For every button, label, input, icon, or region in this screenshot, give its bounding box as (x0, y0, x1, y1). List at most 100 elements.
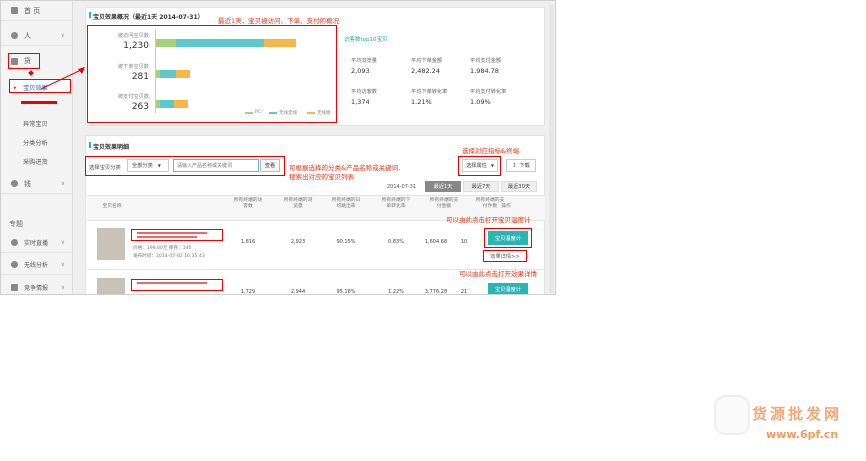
bar-wireless (176, 39, 264, 47)
column-header[interactable]: 所有终端的访客数 (233, 198, 263, 210)
cell: 2,923 (290, 239, 306, 245)
annotation-text: 搜索出对应的宝贝列表 (289, 173, 354, 181)
product-date: 发布时间：2014-07-02 16:35:43 (133, 254, 205, 259)
cell: 21 (460, 289, 468, 295)
watermark-logo (714, 395, 750, 435)
stat-label: 被支付宝贝数 (117, 94, 149, 100)
sidebar-item-mobile[interactable]: 无线分析 ∨ (1, 255, 73, 275)
search-button[interactable]: 查看 (260, 159, 280, 172)
sidebar-item-label: 竞争情报 (24, 284, 49, 292)
sidebar-sub-item[interactable]: 分类分析 (23, 138, 48, 147)
annotation-text: 最近1天，宝贝被访问、下单、支付的概况 (218, 17, 340, 25)
section-marker (89, 12, 91, 18)
cell: 0.83% (388, 239, 404, 245)
bar-wireless (160, 100, 174, 108)
legend-label: PC (255, 110, 261, 115)
overview-title: 宝贝效果概况（最近1天 2014-07-31） (93, 14, 204, 21)
download-button[interactable]: ↧ 下载 (506, 159, 536, 172)
clock-icon (11, 239, 18, 246)
bar-mobile (174, 100, 188, 108)
sidebar-item-label: 实时直播 (24, 240, 49, 247)
range-1d[interactable]: 最近1天 (425, 181, 461, 192)
cell: 1,816 (240, 239, 256, 245)
range-30d[interactable]: 最近30天 (501, 181, 537, 192)
redaction-bar (137, 232, 207, 234)
sidebar-item-label: 首 页 (24, 6, 41, 15)
metric-label: 平均下单转化率 (411, 89, 448, 95)
cell: 1,729 (240, 289, 256, 295)
column-header[interactable]: 所有终端的下单转化率 (381, 198, 411, 210)
annotation-text: 可以由此点击打开宝贝温度计 (446, 216, 531, 224)
metric-label: 平均下单金额 (411, 58, 443, 64)
bar-pc (156, 39, 176, 47)
caret-down-icon: ▼ (157, 163, 161, 168)
chevron-down-icon: ∨ (60, 261, 65, 268)
watermark-brand: 货源批发网 (752, 405, 843, 423)
column-header[interactable]: 所有终端的浏览量 (283, 198, 313, 210)
sidebar-item-label: 无线分析 (24, 262, 49, 269)
coin-icon (11, 180, 18, 187)
scrollbar[interactable] (549, 5, 554, 293)
download-icon: ↧ (512, 162, 517, 169)
metric-value: 1,984.78 (470, 67, 499, 75)
redacted-product-title[interactable] (131, 279, 223, 291)
category-select[interactable]: 全部分类 ▼ (127, 159, 169, 172)
top10-title: 访客数top10宝贝 (344, 37, 388, 43)
wireless-icon (11, 261, 18, 268)
stat-value: 263 (131, 102, 149, 112)
legend-swatch (245, 112, 253, 114)
annotation-arrow (40, 67, 85, 90)
annotation-text: 选择对应指标&终端 (462, 147, 520, 155)
product-thumbnail[interactable] (97, 228, 125, 260)
cell: 2,944 (290, 289, 306, 295)
thermometer-button[interactable]: 宝贝温度计 (488, 283, 528, 294)
range-7d[interactable]: 最近7天 (463, 181, 499, 192)
search-input[interactable] (173, 159, 259, 172)
stat-label: 被下单宝贝数 (117, 64, 149, 70)
redaction-bar (137, 282, 207, 284)
product-price: 价格：199.00元 库存：140 (133, 246, 192, 251)
column-header: 操作 (501, 204, 511, 209)
sidebar-item-competition[interactable]: 竞争情报 ∨ (1, 277, 73, 294)
effect-detail-link[interactable]: 效果详情>> (485, 252, 525, 260)
sidebar-item-label: 钱 (24, 179, 31, 188)
chevron-down-icon: ∨ (60, 239, 65, 246)
stat-value: 281 (131, 72, 149, 82)
redaction-bar (137, 236, 197, 238)
sidebar-item-home[interactable]: 首 页 (1, 1, 73, 21)
sidebar-sub-item[interactable]: 采购进货 (23, 157, 48, 166)
section-marker (89, 142, 91, 148)
sidebar-item-live[interactable]: 实时直播 ∨ (1, 233, 73, 253)
column-header: 宝贝名称 (102, 204, 122, 209)
metric-label: 平均支付转化率 (470, 89, 507, 95)
sidebar-item-label: 人 (24, 31, 31, 40)
redaction-bar (21, 101, 57, 104)
chevron-down-icon: ∨ (60, 32, 65, 39)
metric-value: 1,374 (351, 98, 370, 106)
product-thumbnail[interactable] (97, 278, 125, 294)
stat-value: 1,230 (123, 41, 149, 51)
redacted-product-title[interactable] (131, 229, 223, 241)
select-indicator-button[interactable]: 选择属性 ▼ (462, 159, 498, 172)
metric-value: 1.09% (470, 98, 491, 106)
person-icon (11, 32, 18, 39)
watermark-url: www.6pf.cn (766, 428, 839, 441)
category-value: 全部分类 (132, 163, 153, 169)
bar-mobile (176, 70, 190, 78)
cell: 1,604.68 (424, 239, 448, 245)
caret-right-icon: ▸ (14, 85, 17, 91)
sidebar-item-money[interactable]: 钱 ∨ (1, 174, 73, 194)
thermometer-button[interactable]: 宝贝温度计 (488, 231, 528, 245)
column-header[interactable]: 所有终端的支付金额 (429, 198, 459, 210)
highlight-box (8, 53, 40, 69)
select-indicator-label: 选择属性 (466, 163, 487, 169)
metric-value: 2,093 (351, 67, 370, 75)
legend-swatch (307, 112, 315, 114)
metric-label: 平均访客数 (351, 89, 377, 95)
cell: 1.22% (388, 289, 404, 295)
cell: 10 (460, 239, 468, 245)
sidebar-item-people[interactable]: 人 ∨ (1, 26, 73, 46)
column-header[interactable]: 所有终端的日均跳出率 (331, 198, 361, 210)
annotation-text: 可以由此点击打开效果详情 (459, 270, 537, 278)
sidebar-sub-item[interactable]: 异常宝贝 (23, 119, 48, 128)
